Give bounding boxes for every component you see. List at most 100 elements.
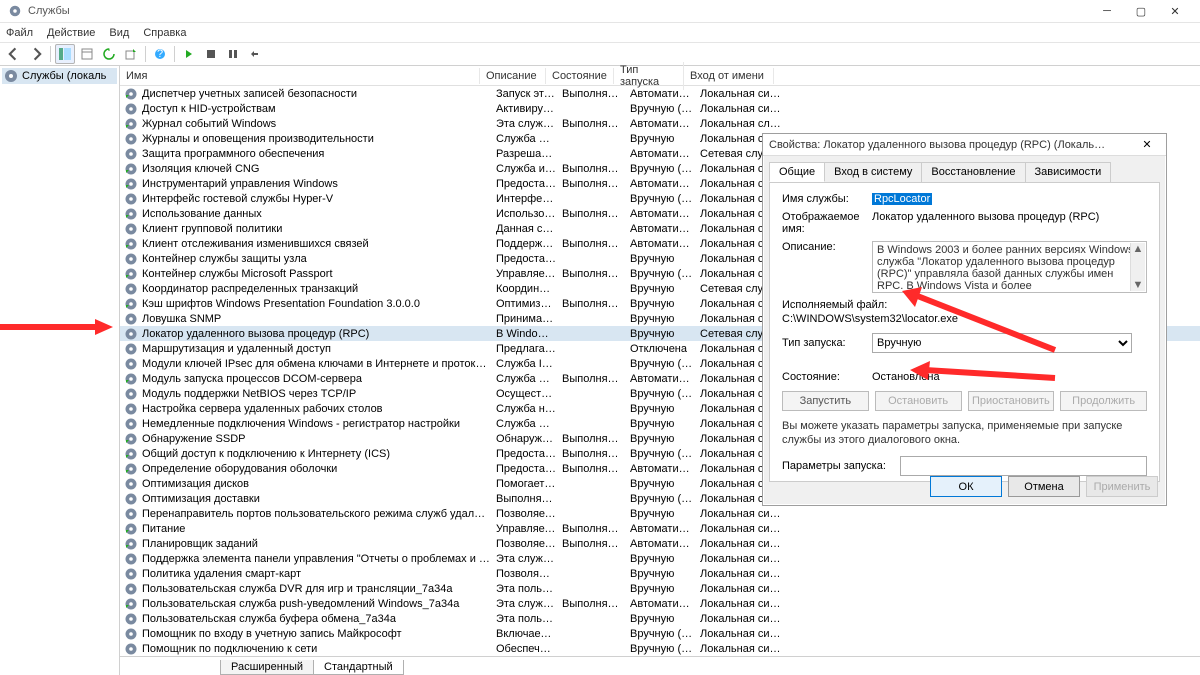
desc-cell: Позволяет… <box>496 538 562 550</box>
menu-action[interactable]: Действие <box>47 27 95 39</box>
tab-extended[interactable]: Расширенный <box>220 660 314 675</box>
logon-cell: Локальная сис… <box>700 553 790 565</box>
gear-icon <box>124 222 138 236</box>
desc-cell: Предостав… <box>496 448 562 460</box>
name-cell: Пользовательская служба буфера обмена_7a… <box>142 613 496 625</box>
logon-cell: Локальная сис… <box>700 628 790 640</box>
start-button[interactable]: Запустить <box>782 391 869 411</box>
desc-cell: Служба W… <box>496 418 562 430</box>
gear-icon <box>124 87 138 101</box>
refresh-button[interactable] <box>99 44 119 64</box>
menu-file[interactable]: Файл <box>6 27 33 39</box>
gear-icon <box>124 582 138 596</box>
tab-standard[interactable]: Стандартный <box>313 660 404 675</box>
service-row[interactable]: Диспетчер учетных записей безопасностиЗа… <box>120 86 1200 101</box>
desc-cell: Оптимизи… <box>496 298 562 310</box>
restart-service-button[interactable] <box>245 44 265 64</box>
state-cell: Выполняется <box>562 463 630 475</box>
desc-cell: Служба D… <box>496 373 562 385</box>
start-cell: Вручную <box>630 433 700 445</box>
start-service-button[interactable] <box>179 44 199 64</box>
service-row[interactable]: Планировщик заданийПозволяет…Выполняется… <box>120 536 1200 551</box>
state-cell: Выполняется <box>562 208 630 220</box>
col-state[interactable]: Состояние <box>546 68 614 84</box>
gear-icon <box>124 327 138 341</box>
state-cell: Выполняется <box>562 238 630 250</box>
param-input[interactable] <box>900 456 1147 476</box>
tab-logon[interactable]: Вход в систему <box>824 162 922 182</box>
stop-service-button[interactable] <box>201 44 221 64</box>
desc-cell: Включает… <box>496 628 562 640</box>
service-row[interactable]: Поддержка элемента панели управления "От… <box>120 551 1200 566</box>
start-cell: Автоматиче… <box>630 538 700 550</box>
window-titlebar: Службы ─ ▢ ✕ <box>0 0 1200 23</box>
service-row[interactable]: Пользовательская служба push-уведомлений… <box>120 596 1200 611</box>
desc-cell: Эта польз… <box>496 583 562 595</box>
col-name[interactable]: Имя <box>120 68 480 84</box>
state-value: Остановлена <box>872 371 940 383</box>
name-cell: Инструментарий управления Windows <box>142 178 496 190</box>
service-row[interactable]: Перенаправитель портов пользовательского… <box>120 506 1200 521</box>
col-desc[interactable]: Описание <box>480 68 546 84</box>
desc-scrollbar[interactable]: ▲▼ <box>1130 243 1145 291</box>
back-button[interactable] <box>4 44 24 64</box>
start-cell: Автоматиче… <box>630 238 700 250</box>
show-tree-button[interactable] <box>55 44 75 64</box>
service-row[interactable]: Доступ к HID-устройствамАктивируе…Вручну… <box>120 101 1200 116</box>
tree-panel: Службы (локаль <box>0 66 120 675</box>
ok-button[interactable]: ОК <box>930 476 1002 497</box>
export-button[interactable] <box>121 44 141 64</box>
desc-cell: Помогает … <box>496 478 562 490</box>
desc-cell: Управляет… <box>496 523 562 535</box>
tab-recovery[interactable]: Восстановление <box>921 162 1025 182</box>
gear-icon <box>124 402 138 416</box>
minimize-button[interactable]: ─ <box>1090 0 1124 23</box>
forward-button[interactable] <box>26 44 46 64</box>
state-cell: Выполняется <box>562 88 630 100</box>
pause-service-button[interactable] <box>223 44 243 64</box>
services-icon <box>4 69 18 83</box>
menu-help[interactable]: Справка <box>143 27 186 39</box>
service-row[interactable]: Журнал событий WindowsЭта служб…Выполняе… <box>120 116 1200 131</box>
svg-text:?: ? <box>157 48 163 60</box>
start-cell: Вручную (ак… <box>630 103 700 115</box>
name-cell: Диспетчер учетных записей безопасности <box>142 88 496 100</box>
tab-general[interactable]: Общие <box>769 162 825 182</box>
properties-button[interactable] <box>77 44 97 64</box>
name-cell: Изоляция ключей CNG <box>142 163 496 175</box>
starttype-select[interactable]: Вручную <box>872 333 1132 353</box>
cancel-button[interactable]: Отмена <box>1008 476 1080 497</box>
service-row[interactable]: Пользовательская служба DVR для игр и тр… <box>120 581 1200 596</box>
gear-icon <box>124 177 138 191</box>
help-button[interactable]: ? <box>150 44 170 64</box>
maximize-button[interactable]: ▢ <box>1124 0 1158 23</box>
close-button[interactable]: ✕ <box>1158 0 1192 23</box>
service-row[interactable]: Политика удаления смарт-картПозволяе…Вру… <box>120 566 1200 581</box>
desc-cell: Интерфей… <box>496 193 562 205</box>
tab-deps[interactable]: Зависимости <box>1025 162 1112 182</box>
pause-button: Приостановить <box>968 391 1055 411</box>
desc-textbox[interactable]: В Windows 2003 и более ранних версиях Wi… <box>872 241 1147 293</box>
name-cell: Перенаправитель портов пользовательского… <box>142 508 496 520</box>
state-cell: Выполняется <box>562 598 630 610</box>
window-title: Службы <box>28 5 1090 17</box>
start-cell: Вручную <box>630 283 700 295</box>
name-cell: Модуль поддержки NetBIOS через TCP/IP <box>142 388 496 400</box>
name-cell: Оптимизация доставки <box>142 493 496 505</box>
service-row[interactable]: Помощник по входу в учетную запись Майкр… <box>120 626 1200 641</box>
start-cell: Вручную <box>630 313 700 325</box>
dialog-close-button[interactable]: ✕ <box>1134 138 1160 151</box>
start-cell: Вручную <box>630 613 700 625</box>
service-row[interactable]: Пользовательская служба буфера обмена_7a… <box>120 611 1200 626</box>
name-cell: Общий доступ к подключению к Интернету (… <box>142 448 496 460</box>
gear-icon <box>124 447 138 461</box>
menu-view[interactable]: Вид <box>109 27 129 39</box>
service-row[interactable]: ПитаниеУправляет…ВыполняетсяАвтоматиче…Л… <box>120 521 1200 536</box>
service-row[interactable]: Помощник по подключению к сетиОбеспечи…В… <box>120 641 1200 656</box>
tree-root[interactable]: Службы (локаль <box>2 68 117 84</box>
resume-button: Продолжить <box>1060 391 1147 411</box>
col-logon[interactable]: Вход от имени <box>684 68 774 84</box>
gear-icon <box>124 102 138 116</box>
desc-cell: Управляет… <box>496 268 562 280</box>
name-cell: Политика удаления смарт-карт <box>142 568 496 580</box>
